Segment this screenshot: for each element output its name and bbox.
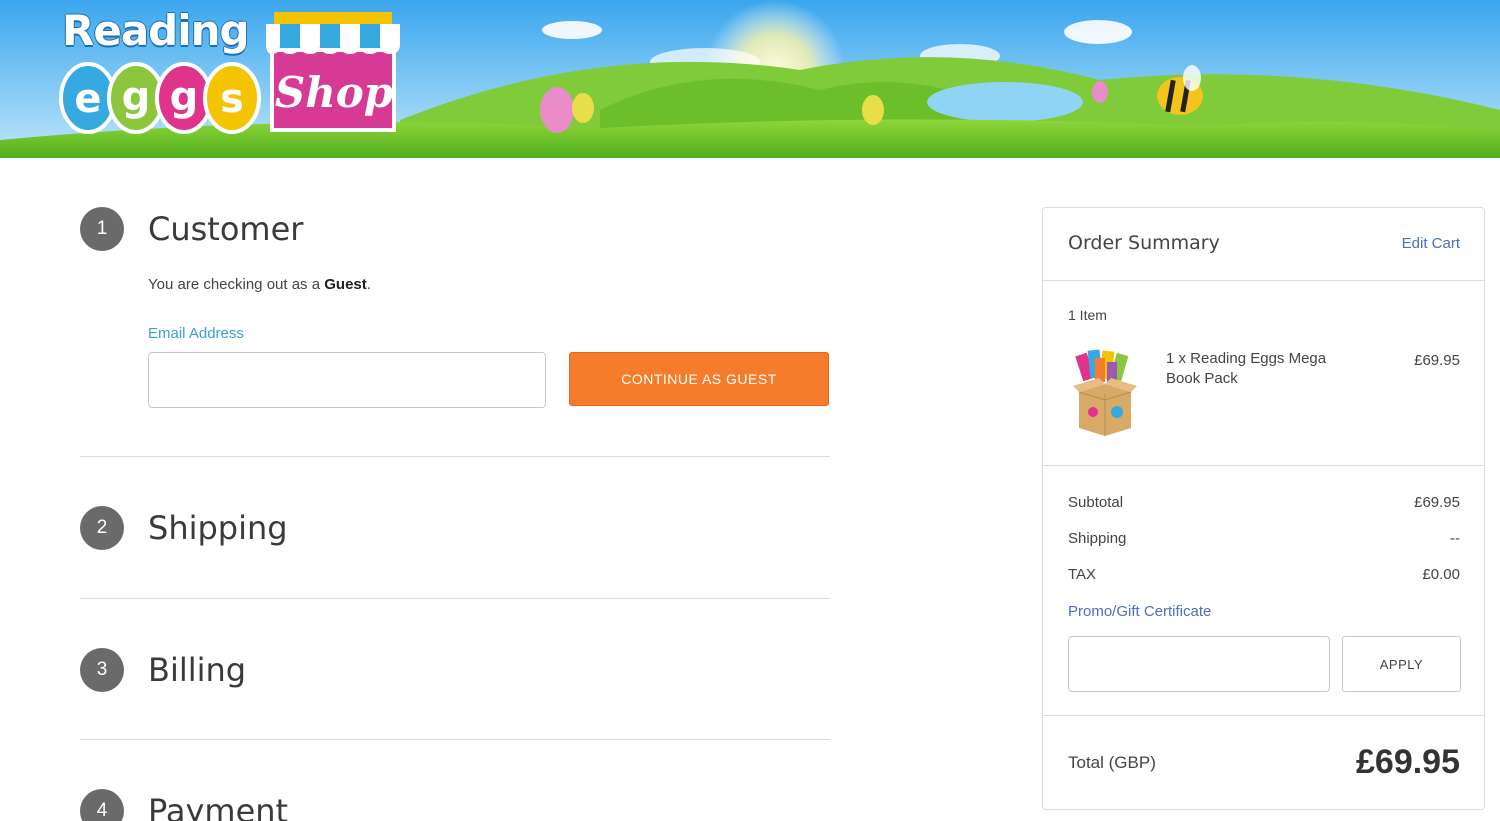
logo-letter: e [74,76,101,122]
step-shipping[interactable]: 2 Shipping [80,506,830,550]
shop-wordmark: Shop [274,68,394,117]
total-value: £69.95 [1356,743,1460,781]
summary-divider [1043,280,1484,281]
subtotal-label: Subtotal [1068,494,1124,511]
logo-wordmark: Reading [62,6,250,55]
step-customer: 1 Customer [80,207,830,251]
email-field[interactable] [148,352,546,408]
header-banner: Reading e g g s Shop [0,0,1500,158]
promo-gift-certificate-link[interactable]: Promo/Gift Certificate [1068,603,1211,620]
summary-divider [1043,465,1484,466]
tax-label: TAX [1068,566,1097,583]
order-summary-panel: Order Summary Edit Cart 1 Item 1 x Readi… [1042,207,1485,810]
item-count: 1 Item [1068,307,1107,323]
step-title: Payment [148,792,289,821]
shipping-label: Shipping [1068,530,1127,547]
order-summary-title: Order Summary [1068,232,1220,254]
section-divider [80,739,830,740]
step-title: Shipping [148,509,288,547]
step-title: Customer [148,210,304,248]
site-logo[interactable]: Reading e g g s Shop [58,4,408,134]
guest-status-prefix: You are checking out as a [148,276,325,293]
continue-as-guest-button[interactable]: CONTINUE AS GUEST [569,352,829,406]
total-label: Total (GBP) [1068,753,1156,772]
subtotal-value: £69.95 [1414,494,1460,511]
step-number-badge: 2 [80,506,124,550]
email-label: Email Address [148,325,244,342]
guest-status-suffix: . [366,276,371,293]
product-price: £69.95 [1414,352,1460,369]
step-number-badge: 3 [80,648,124,692]
product-name: 1 x Reading Eggs Mega Book Pack [1166,350,1327,387]
shipping-value: -- [1450,530,1460,547]
logo-letter: g [170,74,199,120]
step-number-badge: 4 [80,789,124,821]
promo-code-input[interactable] [1068,636,1330,692]
edit-cart-link[interactable]: Edit Cart [1402,235,1460,252]
section-divider [80,598,830,599]
step-billing[interactable]: 3 Billing [80,648,830,692]
step-number-badge: 1 [80,207,124,251]
guest-status-role: Guest [324,276,367,293]
logo-eggs: e g g s [59,62,261,134]
guest-status-text: You are checking out as a Guest. [148,276,371,293]
summary-divider [1043,715,1484,716]
apply-button[interactable]: APPLY [1342,636,1461,692]
logo-letter: g [122,74,151,120]
tax-value: £0.00 [1422,566,1460,583]
product-thumbnail [1073,349,1137,436]
step-payment[interactable]: 4 Payment [80,789,830,821]
logo-letter: s [220,76,244,122]
step-title: Billing [148,651,247,689]
section-divider [80,456,830,457]
